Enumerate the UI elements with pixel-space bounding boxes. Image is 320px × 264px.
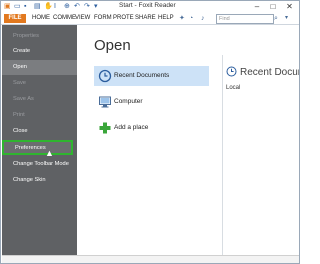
ribbon-options-icon[interactable]: ▾: [285, 14, 288, 23]
sidebar-item-preferences[interactable]: Preferences: [2, 140, 73, 155]
computer-icon: [99, 96, 111, 108]
sidebar-item-properties[interactable]: Properties: [2, 29, 77, 44]
sidebar-item-open[interactable]: Open: [2, 60, 77, 75]
mouse-cursor-icon: ▲: [45, 148, 54, 158]
window-title: Start - Foxit Reader: [119, 2, 176, 9]
app-window: ▣ ▭ ▪ ▤ ✋ I ⊕ ↶ ↷ ▾ Start - Foxit Reader…: [0, 0, 300, 264]
select-tool-icon[interactable]: I: [54, 3, 61, 10]
tab-share[interactable]: SHARE: [135, 14, 156, 23]
hand-tool-icon[interactable]: ✋: [44, 3, 53, 10]
panel-divider: [222, 55, 223, 255]
sidebar-item-close[interactable]: Close: [2, 124, 77, 139]
find-input[interactable]: Find: [216, 14, 274, 24]
tab-comment[interactable]: COMME: [53, 14, 76, 23]
sidebar-item-save-as[interactable]: Save As: [2, 92, 77, 107]
clock-icon: [226, 66, 237, 77]
open-panel: Open Recent Documents Computer Add a pla: [77, 25, 299, 255]
location-computer[interactable]: Computer: [94, 92, 209, 112]
customize-dropdown-icon[interactable]: ▾: [94, 3, 101, 10]
sidebar-item-change-toolbar-mode[interactable]: Change Toolbar Mode: [2, 157, 77, 172]
tell-me-icon[interactable]: ◔: [189, 14, 193, 23]
tab-view[interactable]: VIEW: [75, 14, 90, 23]
backstage-sidebar: Properties Create Open Save Save As Prin…: [2, 25, 77, 255]
lightbulb-icon[interactable]: ✦: [179, 14, 185, 23]
tab-help[interactable]: HELP: [158, 14, 174, 23]
maximize-button[interactable]: □: [265, 1, 281, 12]
sidebar-item-save[interactable]: Save: [2, 76, 77, 91]
plus-icon: [99, 122, 111, 134]
minimize-button[interactable]: –: [249, 1, 265, 12]
sidebar-item-create[interactable]: Create: [2, 44, 77, 59]
clock-icon: [98, 69, 112, 83]
save-icon[interactable]: ▪: [24, 3, 31, 10]
tab-protect[interactable]: PROTE: [113, 14, 134, 23]
print-icon[interactable]: ▤: [34, 3, 41, 10]
redo-icon[interactable]: ↷: [84, 3, 91, 10]
recent-local-heading: Local: [226, 85, 241, 91]
sidebar-item-change-skin[interactable]: Change Skin: [2, 173, 77, 188]
open-file-icon[interactable]: ▭: [14, 3, 21, 10]
status-bar: [2, 255, 299, 263]
ribbon-tabs: FILE HOME COMME VIEW FORM PROTE SHARE HE…: [1, 13, 299, 25]
tab-form[interactable]: FORM: [94, 14, 112, 23]
bell-icon[interactable]: ♪: [201, 14, 205, 23]
tab-home[interactable]: HOME: [32, 14, 50, 23]
location-label: Add a place: [114, 124, 149, 131]
location-label: Recent Documents: [114, 72, 170, 79]
app-logo-icon: ▣: [4, 3, 11, 10]
location-add-place[interactable]: Add a place: [94, 118, 209, 138]
sidebar-item-print[interactable]: Print: [2, 108, 77, 123]
page-title: Open: [94, 37, 131, 54]
location-recent-documents[interactable]: Recent Documents: [94, 66, 209, 86]
title-bar: ▣ ▭ ▪ ▤ ✋ I ⊕ ↶ ↷ ▾ Start - Foxit Reader…: [1, 1, 299, 13]
close-button[interactable]: ✕: [281, 1, 298, 12]
recent-documents-title: Recent Docume: [240, 67, 299, 78]
file-tab[interactable]: FILE: [4, 14, 26, 23]
location-label: Computer: [114, 98, 143, 105]
undo-icon[interactable]: ↶: [74, 3, 81, 10]
search-icon[interactable]: ⌕: [274, 14, 278, 23]
zoom-icon[interactable]: ⊕: [64, 3, 71, 10]
